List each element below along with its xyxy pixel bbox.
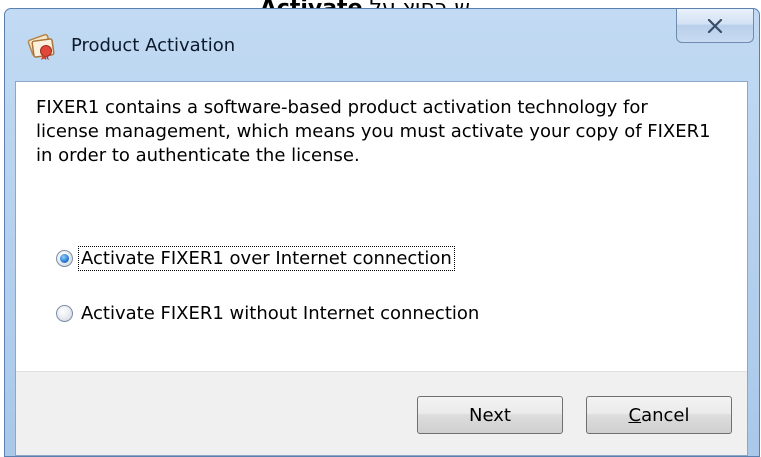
dialog-content: FIXER1 contains a software-based product… — [15, 81, 748, 456]
product-activation-dialog: Product Activation FIXER1 contains a sof… — [4, 8, 760, 457]
close-button[interactable] — [676, 9, 754, 43]
close-icon — [707, 18, 723, 33]
cancel-mnemonic: C — [628, 404, 642, 426]
option-activate-online-label[interactable]: Activate FIXER1 over Internet connection — [78, 246, 455, 271]
title-bar[interactable]: Product Activation — [5, 9, 759, 81]
radio-activate-online[interactable] — [56, 250, 73, 267]
window-title: Product Activation — [71, 35, 236, 56]
option-activate-offline-label[interactable]: Activate FIXER1 without Internet connect… — [79, 302, 481, 325]
activation-description: FIXER1 contains a software-based product… — [36, 97, 711, 166]
option-activate-online[interactable]: Activate FIXER1 over Internet connection — [56, 246, 455, 271]
cancel-button[interactable]: Cancel — [586, 396, 732, 434]
radio-activate-offline[interactable] — [56, 305, 73, 322]
dialog-footer: Next Cancel — [16, 371, 747, 455]
cancel-label-rest: ancel — [641, 404, 690, 426]
page: ש רחוץ על Activate . Product Activation … — [0, 0, 761, 457]
product-activation-icon — [27, 33, 55, 60]
next-button[interactable]: Next — [417, 396, 563, 434]
option-activate-offline[interactable]: Activate FIXER1 without Internet connect… — [56, 302, 481, 325]
